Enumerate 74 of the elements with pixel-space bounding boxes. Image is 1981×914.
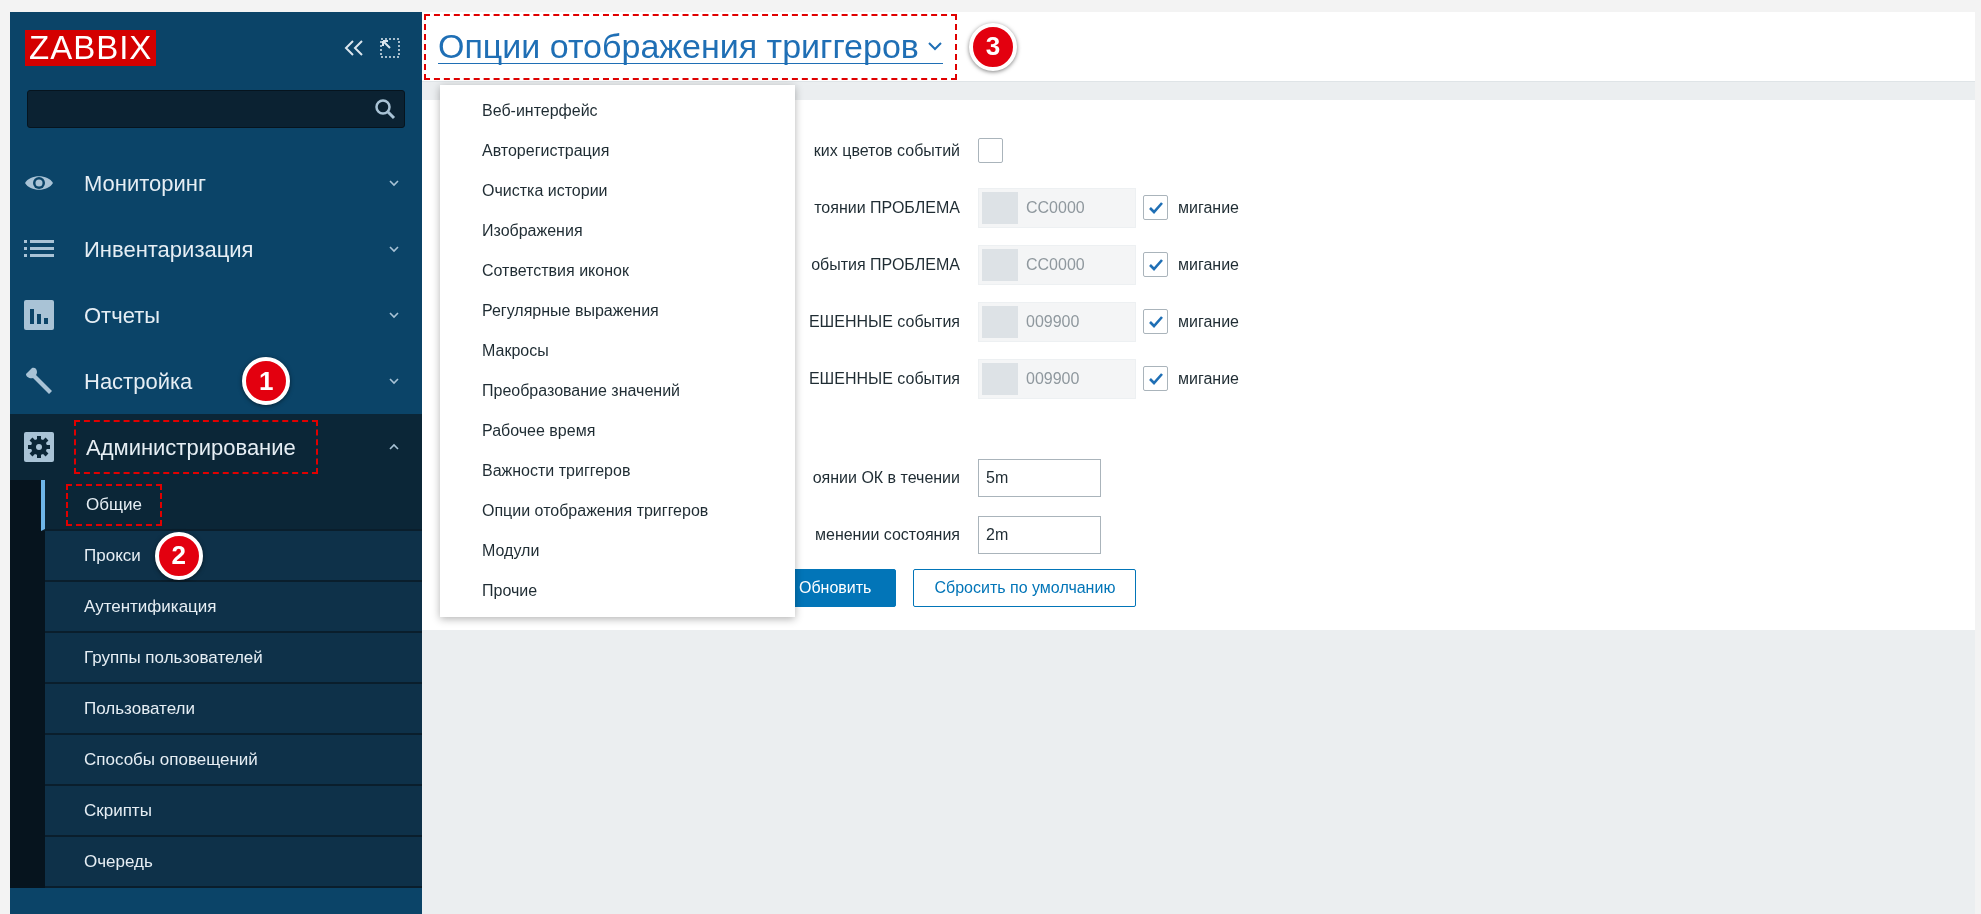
checkmark-icon bbox=[1147, 257, 1164, 272]
submenu-item[interactable]: Пользователи bbox=[45, 684, 422, 735]
field-label: тоянии ПРОБЛЕМА bbox=[813, 197, 961, 218]
dropdown-item[interactable]: Веб-интерфейс bbox=[440, 91, 795, 131]
checkmark-icon bbox=[1147, 371, 1164, 386]
color-value: 009900 bbox=[1026, 311, 1080, 332]
menu-item[interactable]: Отчеты bbox=[10, 282, 422, 348]
dropdown-item[interactable]: Макросы bbox=[440, 331, 795, 371]
submenu-label: Общие bbox=[86, 493, 142, 516]
dropdown-item[interactable]: Регулярные выражения bbox=[440, 291, 795, 331]
menu-label: Отчеты bbox=[84, 301, 161, 330]
collapse-icon[interactable] bbox=[342, 39, 366, 57]
submenu-item[interactable]: Способы оповещений bbox=[45, 735, 422, 786]
menu-item[interactable]: Мониторинг bbox=[10, 150, 422, 216]
menu-item[interactable]: Администрирование bbox=[10, 414, 422, 480]
submenu-label: Прокси bbox=[84, 544, 141, 567]
menu-label: Настройка bbox=[84, 367, 193, 396]
dropdown-item[interactable]: Модули bbox=[440, 531, 795, 571]
submenu-item[interactable]: Общие bbox=[41, 480, 422, 531]
submenu-item[interactable]: Скрипты bbox=[45, 786, 422, 837]
menu-item[interactable]: Инвентаризация bbox=[10, 216, 422, 282]
annotation-badge: 2 bbox=[154, 531, 203, 580]
submenu-label: Пользователи bbox=[84, 697, 195, 720]
dropdown-item[interactable]: Преобразование значений bbox=[440, 371, 795, 411]
field-label: оянии ОК в течении bbox=[811, 467, 961, 488]
submenu-item[interactable]: Прокси 2 bbox=[45, 531, 422, 582]
menu-label: Мониторинг bbox=[84, 169, 206, 198]
checkmark-icon bbox=[1147, 314, 1164, 329]
fullscreen-icon[interactable] bbox=[380, 38, 400, 58]
submenu-label: Способы оповещений bbox=[84, 748, 258, 771]
field-label: менении состояния bbox=[814, 524, 961, 545]
checkbox-label: мигание bbox=[1178, 254, 1239, 275]
search-field[interactable] bbox=[27, 90, 405, 128]
submenu-label: Очередь bbox=[84, 850, 153, 873]
annotation-badge: 1 bbox=[242, 357, 291, 405]
color-value: 009900 bbox=[1026, 368, 1080, 389]
input-field[interactable]: 2m bbox=[978, 515, 1101, 554]
submenu-item[interactable]: Очередь bbox=[45, 837, 422, 888]
field-label: ких цветов событий bbox=[812, 140, 961, 161]
menu-label: Инвентаризация bbox=[84, 235, 254, 264]
dropdown-item[interactable]: Авторегистрация bbox=[440, 131, 795, 171]
checkbox-label: мигание bbox=[1178, 368, 1239, 389]
checkmark-icon bbox=[1147, 200, 1164, 215]
dropdown-item[interactable]: Изображения bbox=[440, 211, 795, 251]
wrench-icon bbox=[24, 366, 54, 396]
bar-chart-icon bbox=[24, 300, 54, 330]
field-label: обытия ПРОБЛЕМА bbox=[810, 254, 961, 275]
dropdown-item[interactable]: Сответствия иконок bbox=[440, 251, 795, 291]
zabbix-logo: ZABBIX bbox=[25, 30, 157, 66]
list-icon bbox=[24, 240, 54, 258]
dropdown-item[interactable]: Важности триггеров bbox=[440, 451, 795, 491]
caret-icon bbox=[926, 41, 943, 51]
field-label: ЕШЕННЫЕ события bbox=[807, 311, 961, 332]
submenu-label: Группы пользователей bbox=[84, 646, 263, 669]
menu-label: Администрирование bbox=[86, 433, 296, 462]
checkbox-label: мигание bbox=[1178, 197, 1239, 218]
dropdown-item[interactable]: Рабочее время bbox=[440, 411, 795, 451]
dropdown-item[interactable]: Опции отображения триггеров bbox=[440, 491, 795, 531]
gear-icon bbox=[24, 432, 54, 462]
color-value: CC0000 bbox=[1026, 197, 1085, 218]
form-button[interactable]: Сбросить по умолчанию bbox=[913, 569, 1137, 607]
field-label: ЕШЕННЫЕ события bbox=[807, 368, 961, 389]
page-title-dropdown[interactable]: Опции отображения триггеров bbox=[438, 29, 943, 64]
input-field[interactable]: 5m bbox=[978, 458, 1101, 497]
submenu-label: Аутентификация bbox=[84, 595, 217, 618]
checkbox-label: мигание bbox=[1178, 311, 1239, 332]
menu-item[interactable]: Настройка 1 bbox=[10, 348, 422, 414]
search-icon bbox=[374, 98, 396, 120]
submenu-label: Скрипты bbox=[84, 799, 152, 822]
submenu-item[interactable]: Группы пользователей bbox=[45, 633, 422, 684]
submenu-item[interactable]: Аутентификация bbox=[45, 582, 422, 633]
color-value: CC0000 bbox=[1026, 254, 1085, 275]
checkbox[interactable] bbox=[978, 138, 1003, 163]
dropdown-item[interactable]: Очистка истории bbox=[440, 171, 795, 211]
